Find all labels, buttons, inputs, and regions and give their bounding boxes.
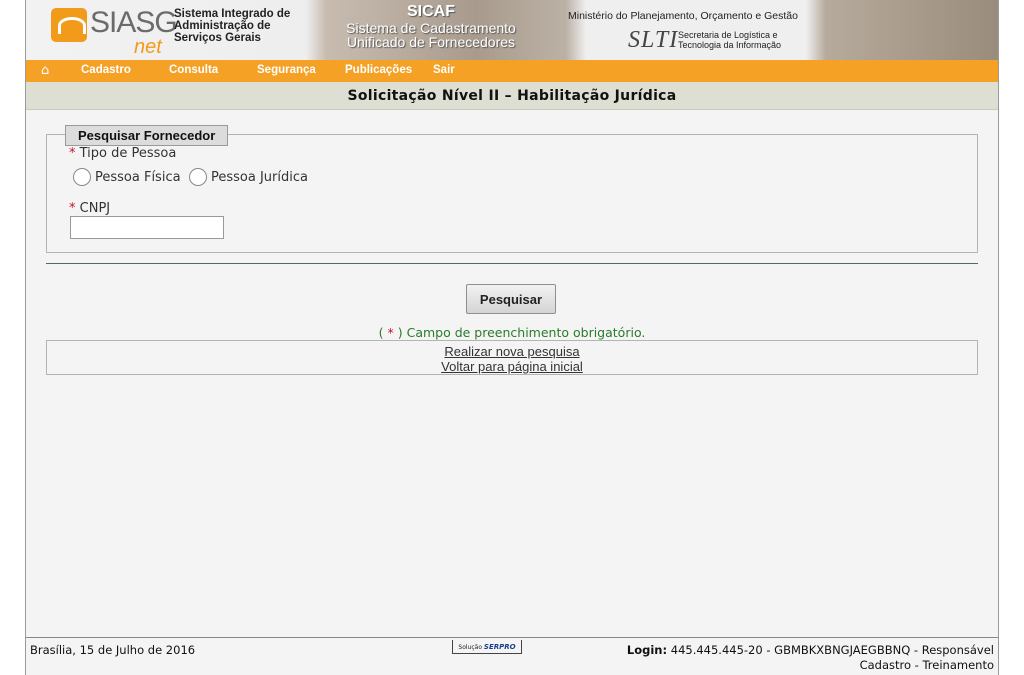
home-icon[interactable]: ⌂ <box>41 64 57 78</box>
slti-logo: SLTI <box>628 27 679 53</box>
menu-item-publicacoes[interactable]: Publicações <box>345 64 412 76</box>
radio-pessoa-fisica-label[interactable]: Pessoa Física <box>95 170 181 185</box>
radio-pessoa-juridica-label[interactable]: Pessoa Jurídica <box>211 170 308 185</box>
siasg-description: Sistema Integrado de Administração de Se… <box>174 8 304 44</box>
back-home-link[interactable]: Voltar para página inicial <box>47 359 977 374</box>
sicaf-subtitle-2: Unificado de Fornecedores <box>346 34 516 50</box>
header-banner: SIASG net Sistema Integrado de Administr… <box>26 0 998 60</box>
sicaf-title: SICAF <box>407 3 455 20</box>
siasg-text-line: Administração de <box>174 20 271 32</box>
tipo-pessoa-label-text: Tipo de Pessoa <box>79 146 177 161</box>
divider <box>46 263 978 264</box>
siasg-text-line: Sistema Integrado de <box>174 8 291 20</box>
slti-description: Secretaria de Logística e Tecnologia da … <box>678 30 781 50</box>
radio-pessoa-juridica[interactable] <box>189 168 207 186</box>
footer-date: Brasília, 15 de Julho de 2016 <box>30 643 196 657</box>
siasg-text-line: Serviços Gerais <box>174 32 261 44</box>
menu-item-sair[interactable]: Sair <box>433 64 455 76</box>
required-mark: * <box>69 201 76 216</box>
cnpj-label: * CNPJ <box>69 201 110 216</box>
siasg-logo-text: SIASG <box>90 6 178 39</box>
serpro-brand: SERPRO <box>483 643 516 651</box>
siasg-logo-net: net <box>134 36 162 58</box>
page-frame: SIASG net Sistema Integrado de Administr… <box>25 0 999 675</box>
page-title: Solicitação Nível II – Habilitação Juríd… <box>347 88 677 104</box>
menu-item-seguranca[interactable]: Segurança <box>257 64 316 76</box>
new-search-link[interactable]: Realizar nova pesquisa <box>47 344 977 359</box>
login-label: Login: <box>626 643 668 657</box>
main-menu: ⌂ Cadastro Consulta Segurança Publicaçõe… <box>26 60 998 82</box>
serpro-label: Solução <box>458 644 482 651</box>
footer: Brasília, 15 de Julho de 2016 Solução SE… <box>26 637 998 675</box>
sicaf-subtitle-1: Sistema de Cadastramento <box>346 20 516 36</box>
sicaf-title-block: SICAF Sistema de Cadastramento Unificado… <box>326 3 536 49</box>
required-note-text: ) Campo de preenchimento obrigatório. <box>393 325 646 340</box>
required-note: ( * ) Campo de preenchimento obrigatório… <box>26 325 998 340</box>
search-button[interactable]: Pesquisar <box>466 284 556 314</box>
serpro-logo: Solução SERPRO <box>452 640 522 654</box>
navigation-links: Realizar nova pesquisa Voltar para págin… <box>46 340 978 375</box>
tipo-pessoa-label: * Tipo de Pessoa <box>69 146 176 161</box>
login-value: 445.445.445-20 - GBMBKXBNGJAEGBBNQ - Res… <box>670 643 994 657</box>
menu-item-cadastro[interactable]: Cadastro <box>81 64 131 76</box>
siasg-sun-icon <box>51 8 87 42</box>
fieldset-legend: Pesquisar Fornecedor <box>65 125 229 146</box>
required-mark: * <box>69 146 76 161</box>
login-profile: Cadastro - Treinamento <box>859 658 994 672</box>
search-fieldset: Pesquisar Fornecedor * Tipo de Pessoa Pe… <box>46 125 978 253</box>
cnpj-label-text: CNPJ <box>79 201 111 216</box>
page-title-bar: Solicitação Nível II – Habilitação Juríd… <box>26 82 998 110</box>
ministerio-label: Ministério do Planejamento, Orçamento e … <box>568 10 798 22</box>
radio-pessoa-fisica[interactable] <box>73 168 91 186</box>
siasg-logo: SIASG net <box>48 6 178 58</box>
menu-item-consulta[interactable]: Consulta <box>169 64 218 76</box>
slti-text-line: Tecnologia da Informação <box>678 40 782 50</box>
footer-login: Login: 445.445.445-20 - GBMBKXBNGJAEGBBN… <box>627 643 994 673</box>
required-note-open: ( <box>378 325 388 340</box>
cnpj-input[interactable] <box>70 216 224 239</box>
slti-text-line: Secretaria de Logística e <box>678 30 778 40</box>
